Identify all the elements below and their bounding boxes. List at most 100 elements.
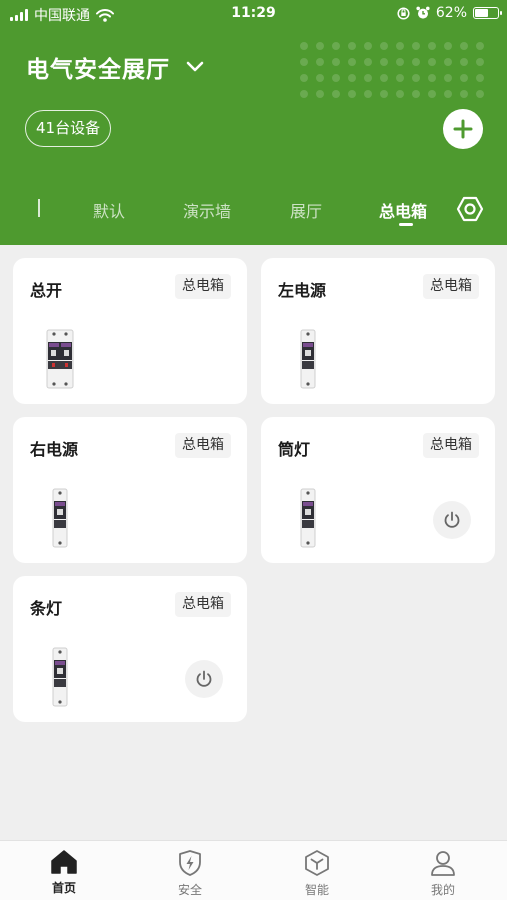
bottom-navigation: 首页 安全 智能 我的	[0, 840, 507, 900]
decorative-dot	[316, 74, 324, 82]
tab-default[interactable]: 默认	[93, 198, 125, 222]
decorative-dot	[380, 90, 388, 98]
decorative-dot	[412, 42, 420, 50]
decorative-dot	[380, 58, 388, 66]
decorative-dot	[364, 42, 372, 50]
home-icon	[51, 850, 77, 874]
nav-label: 首页	[51, 881, 76, 895]
device-group-badge: 总电箱	[175, 433, 231, 458]
decorative-dot	[316, 90, 324, 98]
alarm-icon	[416, 6, 430, 19]
device-group-badge: 总电箱	[423, 274, 479, 299]
device-group-badge: 总电箱	[423, 433, 479, 458]
decorative-dot	[412, 58, 420, 66]
decorative-dot	[412, 90, 420, 98]
nav-home[interactable]: 首页	[24, 849, 104, 896]
decorative-dot	[348, 42, 356, 50]
decorative-dot	[300, 90, 308, 98]
decorative-dot	[396, 42, 404, 50]
device-name: 条灯	[30, 599, 63, 618]
decorative-dot	[316, 58, 324, 66]
decorative-dot	[300, 74, 308, 82]
tab-divider	[38, 199, 40, 217]
single-breaker-icon	[52, 488, 68, 548]
hex-settings-icon[interactable]	[456, 195, 484, 223]
power-icon	[444, 511, 460, 528]
decorative-dot	[444, 90, 452, 98]
decorative-dot	[348, 58, 356, 66]
decorative-dot	[348, 74, 356, 82]
decorative-dot	[476, 74, 484, 82]
battery-icon	[473, 7, 502, 19]
decorative-dot	[428, 58, 436, 66]
decorative-dot	[460, 90, 468, 98]
decorative-dot	[428, 90, 436, 98]
cube-icon	[305, 850, 329, 876]
shield-bolt-icon	[179, 850, 201, 876]
active-tab-indicator	[399, 223, 413, 226]
nav-safety[interactable]: 安全	[150, 849, 230, 898]
decorative-dot	[380, 74, 388, 82]
device-name: 筒灯	[278, 440, 311, 459]
device-card-strip-light[interactable]: 条灯 总电箱	[13, 576, 247, 722]
decorative-dot	[460, 74, 468, 82]
decorative-dot	[380, 42, 388, 50]
decorative-dot	[348, 90, 356, 98]
orientation-lock-icon	[397, 6, 410, 20]
decorative-dot	[476, 42, 484, 50]
decorative-dot	[428, 42, 436, 50]
decorative-dot	[396, 74, 404, 82]
tab-demo-wall[interactable]: 演示墙	[183, 198, 231, 222]
decorative-dot	[364, 58, 372, 66]
device-group-badge: 总电箱	[175, 592, 231, 617]
decorative-dot	[396, 58, 404, 66]
power-toggle-button[interactable]	[185, 660, 223, 698]
power-toggle-button[interactable]	[433, 501, 471, 539]
tab-main-box[interactable]: 总电箱	[379, 198, 427, 222]
device-count-badge[interactable]: 41台设备	[25, 110, 112, 147]
decorative-dot	[396, 90, 404, 98]
decorative-dot	[332, 58, 340, 66]
device-group-badge: 总电箱	[175, 274, 231, 299]
decorative-dot-pattern	[300, 42, 490, 102]
decorative-dot	[364, 74, 372, 82]
nav-label: 安全	[177, 883, 202, 897]
room-tabs: 默认 演示墙 展厅 总电箱	[0, 190, 507, 230]
page-title: 电气安全展厅	[26, 57, 170, 83]
space-selector[interactable]: 电气安全展厅	[26, 50, 204, 84]
nav-smart[interactable]: 智能	[277, 849, 357, 898]
status-bar: 中国联通 11:29 62%	[0, 0, 507, 28]
decorative-dot	[364, 90, 372, 98]
nav-mine[interactable]: 我的	[403, 849, 483, 898]
device-name: 右电源	[30, 440, 79, 459]
tab-showroom[interactable]: 展厅	[290, 198, 322, 222]
decorative-dot	[476, 90, 484, 98]
decorative-dot	[460, 42, 468, 50]
decorative-dot	[476, 58, 484, 66]
chevron-down-icon	[186, 61, 204, 72]
decorative-dot	[444, 58, 452, 66]
decorative-dot	[332, 42, 340, 50]
device-name: 左电源	[278, 281, 327, 300]
decorative-dot	[300, 58, 308, 66]
device-card-right-power[interactable]: 右电源 总电箱	[13, 417, 247, 563]
decorative-dot	[300, 42, 308, 50]
single-breaker-icon	[52, 647, 68, 707]
nav-label: 智能	[304, 883, 329, 897]
add-device-button[interactable]	[443, 109, 483, 149]
header: 中国联通 11:29 62% 电气安全展厅 41台设备 默认 演示墙 展厅 总电…	[0, 0, 507, 245]
battery-percent: 62%	[435, 5, 467, 21]
power-icon	[196, 670, 212, 687]
decorative-dot	[412, 74, 420, 82]
decorative-dot	[444, 42, 452, 50]
device-name: 总开	[30, 281, 63, 300]
decorative-dot	[460, 58, 468, 66]
decorative-dot	[332, 90, 340, 98]
decorative-dot	[428, 74, 436, 82]
plus-icon	[453, 119, 473, 139]
device-card-left-power[interactable]: 左电源 总电箱	[261, 258, 495, 404]
double-breaker-icon	[46, 329, 74, 389]
device-card-main-switch[interactable]: 总开 总电箱	[13, 258, 247, 404]
single-breaker-icon	[300, 488, 316, 548]
device-card-downlight[interactable]: 筒灯 总电箱	[261, 417, 495, 563]
